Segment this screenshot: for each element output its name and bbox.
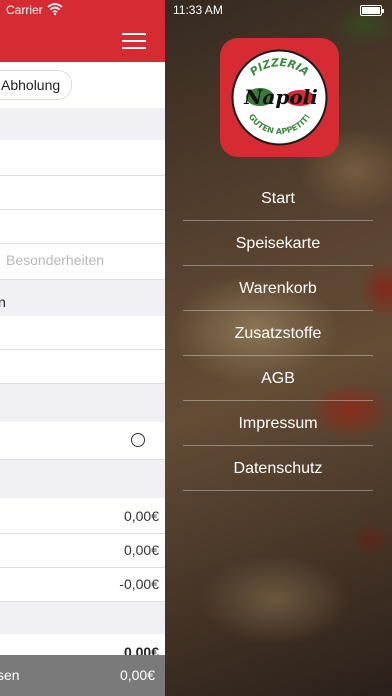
battery-icon	[360, 5, 384, 16]
side-menu-list: Start Speisekarte Warenkorb Zusatzstoffe…	[183, 176, 373, 491]
checkout-footer-button[interactable]: ssen 0,00€	[0, 655, 165, 696]
footer-label: ssen	[0, 667, 20, 683]
section-header	[0, 460, 165, 498]
section-header	[0, 602, 165, 634]
hamburger-icon	[122, 33, 146, 35]
form-row[interactable]	[0, 350, 165, 384]
cart-header: b	[0, 20, 165, 62]
footer-total: 0,00€	[119, 667, 155, 683]
price-row: -0,00€	[0, 568, 165, 602]
notes-placeholder: Besonderheiten	[6, 252, 105, 268]
form-row[interactable]	[0, 210, 165, 244]
menu-item-impressum[interactable]: Impressum	[183, 401, 373, 446]
price-row: 0,00€	[0, 534, 165, 568]
status-bar-left: Carrier	[0, 0, 165, 20]
section-header	[0, 280, 165, 316]
price-value: 0,00€	[123, 542, 159, 558]
cart-page: Carrier b Abholung Besonderheiten n 0,00…	[0, 0, 165, 696]
carrier-label: Carrier	[6, 3, 43, 17]
radio-unselected-icon[interactable]	[131, 433, 145, 447]
form-row[interactable]	[0, 176, 165, 210]
menu-item-agb[interactable]: AGB	[183, 356, 373, 401]
price-value: 0,00€	[123, 508, 159, 524]
row-label: n	[0, 294, 6, 310]
side-menu: 11:33 AM PIZZERIA Napoli GUTEN APPETIT! …	[165, 0, 392, 696]
wifi-icon	[47, 3, 63, 16]
menu-item-datenschutz[interactable]: Datenschutz	[183, 446, 373, 491]
pickup-option-pill[interactable]: Abholung	[0, 70, 72, 100]
price-value: -0,00€	[119, 576, 159, 592]
form-row[interactable]	[0, 316, 165, 350]
logo-name: Napoli	[243, 85, 318, 109]
menu-item-warenkorb[interactable]: Warenkorb	[183, 266, 373, 311]
hamburger-menu-button[interactable]	[118, 28, 150, 54]
section-header	[0, 384, 165, 422]
menu-item-zusatzstoffe[interactable]: Zusatzstoffe	[183, 311, 373, 356]
section-header	[0, 108, 165, 140]
status-time: 11:33 AM	[173, 3, 223, 17]
menu-item-start[interactable]: Start	[183, 176, 373, 221]
price-row: 0,00€	[0, 498, 165, 534]
napoli-logo: PIZZERIA Napoli GUTEN APPETIT!	[220, 38, 339, 157]
menu-item-speisekarte[interactable]: Speisekarte	[183, 221, 373, 266]
form-row[interactable]	[0, 140, 165, 176]
